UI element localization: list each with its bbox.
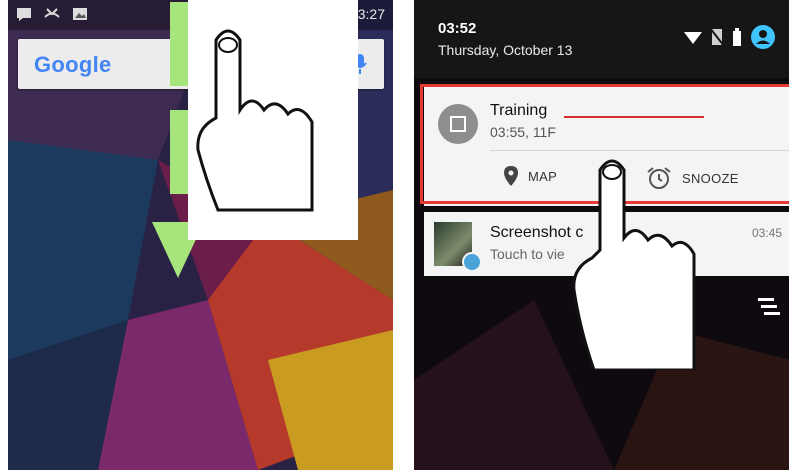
no-sim-icon [710, 28, 724, 46]
notification-subtitle: Touch to vie [490, 246, 565, 262]
map-action-button[interactable]: MAP [504, 166, 557, 186]
header-time: 03:52 [438, 20, 477, 37]
notification-title: Training [490, 102, 548, 119]
hand-pointer-icon [188, 0, 358, 240]
notification-subtitle: 03:55, 11F [490, 124, 556, 140]
notification-time: 03:45 [751, 226, 782, 240]
header-date: Thursday, October 13 [438, 42, 573, 58]
account-icon[interactable] [750, 24, 776, 50]
wifi-icon [684, 32, 702, 44]
clear-all-icon[interactable] [756, 296, 780, 318]
hand-pointer-icon [572, 159, 696, 370]
message-icon [17, 8, 31, 21]
home-screen: 03:27 Google [8, 0, 393, 470]
calendar-icon [438, 104, 478, 144]
shade-header: 03:52 Thursday, October 13 [414, 0, 789, 78]
missed-call-icon [44, 8, 60, 18]
swipe-indicator [564, 116, 704, 118]
map-action-label: MAP [528, 168, 558, 184]
google-logo: Google [34, 52, 112, 77]
notification-shade: 03:52 Thursday, October 13 Training 03:5… [414, 0, 789, 470]
battery-icon [733, 28, 741, 46]
image-badge-icon [462, 252, 482, 272]
image-icon [73, 8, 87, 20]
location-pin-icon [504, 166, 518, 186]
